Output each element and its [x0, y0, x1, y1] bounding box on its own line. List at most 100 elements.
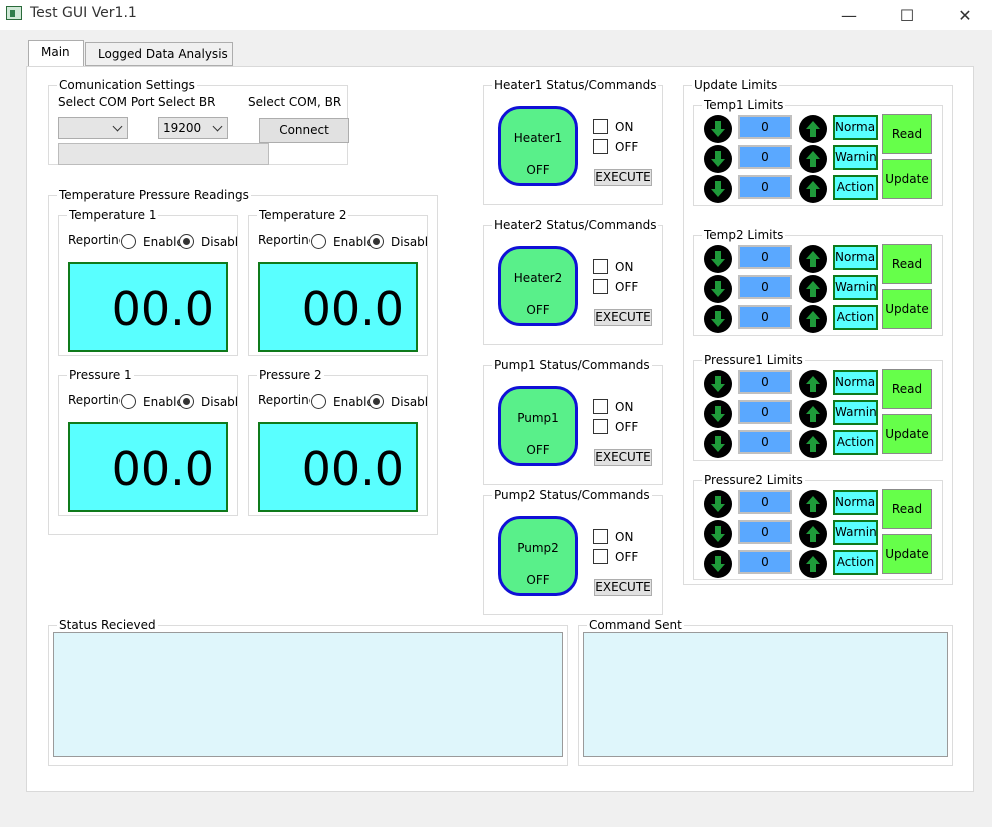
- decrease-button[interactable]: [704, 115, 732, 143]
- update-button[interactable]: Update: [882, 414, 932, 454]
- read-button[interactable]: Read: [882, 489, 932, 529]
- level-button[interactable]: Action: [833, 175, 878, 200]
- disable-radio[interactable]: [369, 394, 384, 409]
- increase-button[interactable]: [799, 275, 827, 303]
- increase-button[interactable]: [799, 430, 827, 458]
- increase-button[interactable]: [799, 115, 827, 143]
- limit-value[interactable]: 0: [738, 175, 792, 199]
- limit-value[interactable]: 0: [738, 520, 792, 544]
- increase-button[interactable]: [799, 145, 827, 173]
- chevron-down-icon: [212, 121, 223, 132]
- connect-button[interactable]: Connect: [259, 118, 349, 143]
- off-checkbox[interactable]: [593, 279, 608, 294]
- limit-value[interactable]: 0: [738, 305, 792, 329]
- maximize-icon: ☐: [899, 5, 915, 25]
- on-checkbox[interactable]: [593, 529, 608, 544]
- level-button[interactable]: Warning: [833, 145, 878, 170]
- decrease-button[interactable]: [704, 490, 732, 518]
- execute-button[interactable]: EXECUTE: [594, 169, 652, 186]
- decrease-button[interactable]: [704, 550, 732, 578]
- increase-button[interactable]: [799, 305, 827, 333]
- decrease-button[interactable]: [704, 305, 732, 333]
- decrease-button[interactable]: [704, 245, 732, 273]
- disable-radio[interactable]: [179, 394, 194, 409]
- on-label: ON: [615, 400, 634, 414]
- reading-display: 00.0: [68, 422, 228, 512]
- app-icon: [6, 6, 22, 20]
- com-port-select[interactable]: [58, 117, 128, 139]
- limit-value[interactable]: 0: [738, 400, 792, 424]
- enable-radio[interactable]: [121, 234, 136, 249]
- level-button[interactable]: Action: [833, 430, 878, 455]
- increase-button[interactable]: [799, 490, 827, 518]
- limit-value[interactable]: 0: [738, 145, 792, 169]
- update-button[interactable]: Update: [882, 159, 932, 199]
- on-checkbox[interactable]: [593, 259, 608, 274]
- read-button[interactable]: Read: [882, 114, 932, 154]
- limit-value[interactable]: 0: [738, 550, 792, 574]
- comm-settings-title: Comunication Settings: [57, 78, 197, 92]
- increase-button[interactable]: [799, 175, 827, 203]
- execute-button[interactable]: EXECUTE: [594, 309, 652, 326]
- off-checkbox[interactable]: [593, 549, 608, 564]
- limit-value[interactable]: 0: [738, 370, 792, 394]
- level-button[interactable]: Warning: [833, 275, 878, 300]
- off-checkbox[interactable]: [593, 139, 608, 154]
- execute-button[interactable]: EXECUTE: [594, 449, 652, 466]
- decrease-button[interactable]: [704, 370, 732, 398]
- tab-logged-data-analysis[interactable]: Logged Data Analysis: [85, 42, 233, 66]
- on-checkbox[interactable]: [593, 399, 608, 414]
- maximize-button[interactable]: ☐: [884, 0, 930, 30]
- status-received-textarea[interactable]: [53, 632, 563, 757]
- enable-radio[interactable]: [311, 394, 326, 409]
- execute-button[interactable]: EXECUTE: [594, 579, 652, 596]
- update-button[interactable]: Update: [882, 534, 932, 574]
- level-button[interactable]: Normal: [833, 490, 878, 515]
- increase-button[interactable]: [799, 245, 827, 273]
- level-button[interactable]: Warning: [833, 520, 878, 545]
- limit-group-title: Pressure1 Limits: [702, 353, 805, 367]
- level-button[interactable]: Action: [833, 550, 878, 575]
- command-sent-textarea[interactable]: [583, 632, 948, 757]
- tab-main[interactable]: Main: [28, 40, 84, 66]
- read-button[interactable]: Read: [882, 244, 932, 284]
- decrease-button[interactable]: [704, 430, 732, 458]
- disable-radio[interactable]: [369, 234, 384, 249]
- reading-panel-title: Pressure 2: [257, 368, 324, 382]
- decrease-button[interactable]: [704, 275, 732, 303]
- limit-value[interactable]: 0: [738, 430, 792, 454]
- level-button[interactable]: Action: [833, 305, 878, 330]
- enable-radio[interactable]: [311, 234, 326, 249]
- level-button[interactable]: Normal: [833, 245, 878, 270]
- limit-value[interactable]: 0: [738, 275, 792, 299]
- decrease-button[interactable]: [704, 175, 732, 203]
- limit-group-title: Temp2 Limits: [702, 228, 786, 242]
- limit-value[interactable]: 0: [738, 490, 792, 514]
- decrease-button[interactable]: [704, 520, 732, 548]
- increase-button[interactable]: [799, 370, 827, 398]
- baud-rate-select[interactable]: 19200: [158, 117, 228, 139]
- device-panel-title: Heater2 Status/Commands: [492, 218, 659, 232]
- close-button[interactable]: ✕: [942, 0, 988, 30]
- device-name: Pump1: [517, 411, 559, 425]
- baud-rate-value: 19200: [163, 121, 202, 135]
- decrease-button[interactable]: [704, 400, 732, 428]
- disable-radio[interactable]: [179, 234, 194, 249]
- on-checkbox[interactable]: [593, 119, 608, 134]
- off-label: OFF: [615, 280, 639, 294]
- increase-button[interactable]: [799, 550, 827, 578]
- read-button[interactable]: Read: [882, 369, 932, 409]
- enable-radio[interactable]: [121, 394, 136, 409]
- off-checkbox[interactable]: [593, 419, 608, 434]
- level-button[interactable]: Warning: [833, 400, 878, 425]
- minimize-icon: —: [841, 5, 857, 25]
- decrease-button[interactable]: [704, 145, 732, 173]
- level-button[interactable]: Normal: [833, 370, 878, 395]
- level-button[interactable]: Normal: [833, 115, 878, 140]
- update-button[interactable]: Update: [882, 289, 932, 329]
- increase-button[interactable]: [799, 520, 827, 548]
- limit-value[interactable]: 0: [738, 115, 792, 139]
- increase-button[interactable]: [799, 400, 827, 428]
- minimize-button[interactable]: —: [826, 0, 872, 30]
- limit-value[interactable]: 0: [738, 245, 792, 269]
